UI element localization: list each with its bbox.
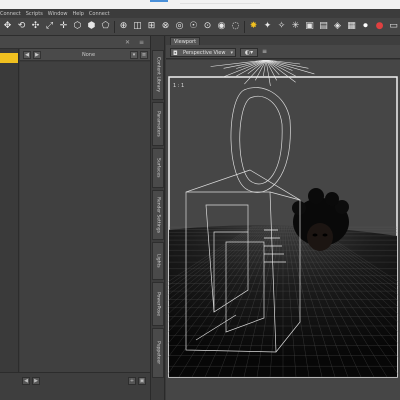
next-icon: ▶ — [34, 378, 38, 384]
spot-render-icon[interactable]: ◎ — [174, 21, 185, 32]
tab-powerpose[interactable]: PowerPose — [152, 282, 164, 326]
3d-viewport[interactable]: 1 : 1 — [166, 60, 400, 400]
add-button[interactable]: + — [128, 377, 136, 385]
viewport-menu-icon[interactable]: ≡ — [262, 48, 267, 55]
pane-menu-icon[interactable]: ≡ — [139, 39, 144, 46]
camera-icon: ◘ — [173, 50, 178, 57]
iray-icon[interactable]: ◈ — [332, 21, 343, 32]
tab-label: PowerPose — [155, 291, 161, 317]
tab-surfaces[interactable]: Surfaces — [152, 148, 164, 188]
tab-viewport[interactable]: Viewport — [170, 37, 200, 45]
light-icon[interactable]: ☉ — [188, 21, 199, 32]
render-button-icon[interactable]: ● — [374, 21, 385, 32]
titlebar-accent — [150, 0, 168, 2]
point-light-icon[interactable]: ◌ — [230, 21, 241, 32]
render-settings-icon[interactable]: ✳ — [290, 21, 301, 32]
back-icon: ◀ — [25, 52, 29, 58]
linear-light-icon[interactable]: ✧ — [276, 21, 287, 32]
tab-label: Lights — [155, 254, 161, 268]
view-select-label: Perspective View — [183, 49, 226, 56]
grid-icon: ▣ — [139, 378, 145, 384]
toolbar-separator — [114, 21, 115, 33]
menu-icon: ≡ — [141, 52, 147, 58]
camera-icon[interactable]: ⊙ — [202, 21, 213, 32]
tab-render-settings[interactable]: Render Settings — [152, 190, 164, 240]
category-column — [0, 49, 19, 400]
tab-label: Render Settings — [155, 197, 161, 233]
menu-bar: Connect Scripts Window Help Connect — [0, 9, 400, 18]
tab-puppeteer[interactable]: Puppeteer — [152, 328, 164, 378]
scale-icon[interactable]: ⤢ — [44, 21, 55, 32]
window-titlebar — [0, 0, 400, 9]
viewport-overlay-label: 1 : 1 — [173, 83, 185, 89]
chevron-down-icon: ▾ — [230, 50, 233, 56]
geometry-editor-icon[interactable]: ⬠ — [100, 21, 111, 32]
plus-icon: + — [129, 378, 135, 384]
titlebar-divider — [180, 3, 260, 4]
menu-item-help[interactable]: Help — [73, 11, 84, 17]
tab-label: Puppeteer — [155, 341, 161, 365]
right-eye — [322, 233, 328, 237]
view-mode-button[interactable]: ▣ — [138, 377, 146, 385]
left-pane-footer: ◀ ▶ + ▣ — [0, 372, 150, 400]
aux-viewport-icon[interactable]: ▭ — [388, 21, 399, 32]
close-icon[interactable]: ✕ — [125, 39, 130, 46]
viewport-scene — [166, 60, 400, 400]
figure-select-icon[interactable]: ✥ — [2, 21, 13, 32]
active-pose-icon[interactable]: ⬡ — [72, 21, 83, 32]
menu-item-connect-2[interactable]: Connect — [89, 11, 110, 17]
tab-label: Surfaces — [155, 158, 161, 178]
content-header: ◀ ▶ None ▾ ≡ — [20, 49, 150, 61]
sort-dropdown-button[interactable]: ▾ — [130, 51, 138, 59]
surface-selection-icon[interactable]: ◫ — [132, 21, 143, 32]
tab-parameters[interactable]: Parameters — [152, 102, 164, 146]
forward-button[interactable]: ▶ — [33, 51, 41, 59]
content-list[interactable] — [20, 62, 150, 372]
side-tab-strip: Content Library Parameters Surfaces Rend… — [150, 36, 165, 400]
selected-category[interactable] — [0, 53, 18, 63]
viewport-tabbar: Viewport — [166, 36, 400, 45]
menu-item-scripts[interactable]: Scripts — [26, 11, 43, 17]
aim-icon[interactable]: ⊗ — [160, 21, 171, 32]
tab-lights[interactable]: Lights — [152, 242, 164, 280]
translate-icon[interactable]: ✣ — [30, 21, 41, 32]
back-button[interactable]: ◀ — [23, 51, 31, 59]
distant-light-icon[interactable]: ✸ — [248, 21, 259, 32]
universal-icon[interactable]: ✛ — [58, 21, 69, 32]
page-prev-button[interactable]: ◀ — [22, 377, 30, 385]
hair-curl — [292, 201, 306, 215]
region-nav-icon[interactable]: ⊞ — [146, 21, 157, 32]
joint-editor-icon[interactable]: ⬢ — [86, 21, 97, 32]
render-camera-icon[interactable]: ▦ — [346, 21, 357, 32]
hair-curl — [325, 192, 339, 206]
sort-label[interactable]: None — [82, 52, 95, 58]
view-select[interactable]: ◘ Perspective View ▾ — [170, 48, 236, 57]
forward-icon: ▶ — [35, 52, 39, 58]
node-weight-icon[interactable]: ⊕ — [118, 21, 129, 32]
viewport-controls: ◘ Perspective View ▾ ◐▾ ≡ — [166, 45, 400, 59]
node-icon[interactable]: ◉ — [216, 21, 227, 32]
chevron-down-icon: ▾ — [132, 52, 136, 58]
render-icon[interactable]: ▣ — [304, 21, 315, 32]
rotate-icon[interactable]: ⟲ — [16, 21, 27, 32]
camera-snapshot-icon[interactable]: ⏺ — [360, 21, 371, 32]
hair-curl — [308, 188, 324, 204]
prev-icon: ◀ — [24, 378, 28, 384]
options-button[interactable]: ≡ — [140, 51, 148, 59]
main-toolbar: ✥ ⟲ ✣ ⤢ ✛ ⬡ ⬢ ⬠ ⊕ ◫ ⊞ ⊗ ◎ ☉ ⊙ ◉ ◌ ✸ ✦ ✧ … — [0, 18, 400, 36]
tab-label: Content Library — [155, 57, 161, 93]
tab-label: Parameters — [155, 111, 161, 137]
toolbar-separator — [244, 21, 245, 33]
render-library-icon[interactable]: ▤ — [318, 21, 329, 32]
menu-item-connect[interactable]: Connect — [0, 11, 21, 17]
spotlight-icon[interactable]: ✦ — [262, 21, 273, 32]
draw-style-button[interactable]: ◐▾ — [240, 48, 258, 57]
face — [307, 223, 333, 251]
left-pane-tabbar: ✕ ≡ — [0, 36, 150, 49]
menu-item-window[interactable]: Window — [48, 11, 68, 17]
tab-content-library[interactable]: Content Library — [152, 50, 164, 100]
page-next-button[interactable]: ▶ — [32, 377, 40, 385]
left-eye — [312, 233, 318, 237]
